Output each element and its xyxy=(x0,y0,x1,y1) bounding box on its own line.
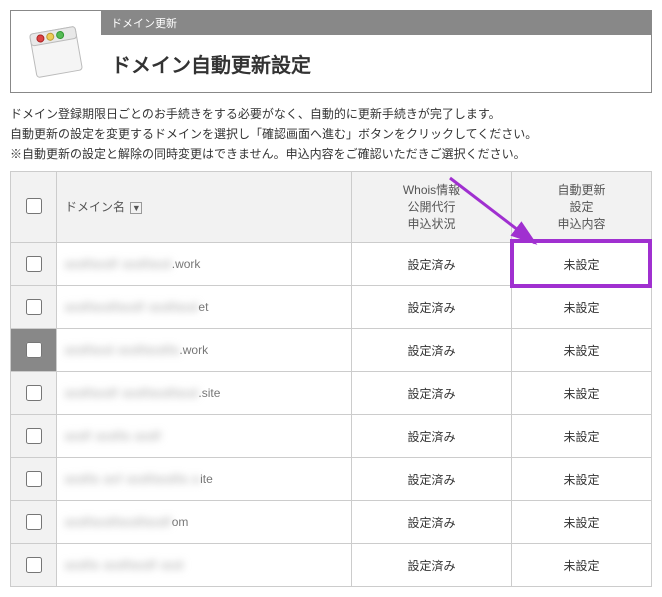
domain-blurred: asdfasd asdfasdfa xyxy=(65,343,179,357)
auto-cell: 未設定 xyxy=(512,415,652,458)
domain-suffix: .work xyxy=(179,343,208,357)
row-checkbox-cell xyxy=(11,544,57,587)
domain-cell: asdfa asf asdfasdfa aite xyxy=(57,458,352,501)
auto-cell: 未設定 xyxy=(512,372,652,415)
whois-cell: 設定済み xyxy=(352,458,512,501)
page-wrap: ドメイン更新 ドメイン自動更新設定 ドメイン登録期限日ごとのお手続きをする必要が… xyxy=(10,10,652,587)
domain-cell: asdfasdf asdfasdfasd.site xyxy=(57,372,352,415)
header-checkbox-cell xyxy=(11,172,57,243)
whois-cell: 設定済み xyxy=(352,329,512,372)
table-row: asdfasdfasdf asdfasdet設定済み未設定 xyxy=(11,286,652,329)
domain-blurred: asdf asdfa asdf xyxy=(65,429,161,443)
row-checkbox[interactable] xyxy=(26,471,42,487)
header-tab: ドメイン更新 xyxy=(101,11,651,35)
auto-cell: 未設定 xyxy=(512,501,652,544)
select-all-checkbox[interactable] xyxy=(26,198,42,214)
domain-cell: asdfasdfasdf asdfasdet xyxy=(57,286,352,329)
table-row: asdfasdf asdfasdfasd.site設定済み未設定 xyxy=(11,372,652,415)
domain-blurred: asdfa asdfasdf asd xyxy=(65,558,184,572)
row-checkbox[interactable] xyxy=(26,557,42,573)
auto-cell: 未設定 xyxy=(512,329,652,372)
header-whois: Whois情報 公開代行 申込状況 xyxy=(352,172,512,243)
table-row: asdfasdf asdfasd.work設定済み未設定 xyxy=(11,243,652,286)
row-checkbox-cell xyxy=(11,329,57,372)
domain-cell: asdfasdf asdfasd.work xyxy=(57,243,352,286)
table-row: asdfa asdfasdf asd 設定済み未設定 xyxy=(11,544,652,587)
header-auto: 自動更新 設定 申込内容 xyxy=(512,172,652,243)
row-checkbox-cell xyxy=(11,415,57,458)
domain-suffix: .work xyxy=(172,257,201,271)
domain-table: ドメイン名 ▼ Whois情報 公開代行 申込状況 自動更新 設定 申込内容 a… xyxy=(10,171,652,587)
row-checkbox[interactable] xyxy=(26,428,42,444)
whois-cell: 設定済み xyxy=(352,372,512,415)
domain-blurred: asdfasdfasdfasdf xyxy=(65,515,172,529)
header-right: ドメイン更新 ドメイン自動更新設定 xyxy=(101,11,651,92)
table-row: asdfasdfasdfasdfom設定済み未設定 xyxy=(11,501,652,544)
domain-cell: asdf asdfa asdf xyxy=(57,415,352,458)
header-icon xyxy=(11,11,101,92)
auto-cell: 未設定 xyxy=(512,544,652,587)
table-row: asdfa asf asdfasdfa aite設定済み未設定 xyxy=(11,458,652,501)
page-header: ドメイン更新 ドメイン自動更新設定 xyxy=(10,10,652,93)
domain-cell: asdfasd asdfasdfa.work xyxy=(57,329,352,372)
whois-cell: 設定済み xyxy=(352,243,512,286)
domain-cell: asdfasdfasdfasdfom xyxy=(57,501,352,544)
domain-blurred: asdfasdf asdfasd xyxy=(65,257,172,271)
row-checkbox-cell xyxy=(11,458,57,501)
row-checkbox[interactable] xyxy=(26,256,42,272)
domain-suffix: .site xyxy=(198,386,220,400)
domain-suffix: et xyxy=(198,300,208,314)
domain-blurred: asdfasdf asdfasdfasd xyxy=(65,386,198,400)
row-checkbox-cell xyxy=(11,286,57,329)
row-checkbox[interactable] xyxy=(26,385,42,401)
row-checkbox-cell xyxy=(11,372,57,415)
whois-cell: 設定済み xyxy=(352,415,512,458)
page-title: ドメイン自動更新設定 xyxy=(101,35,651,92)
intro-line-1: ドメイン登録期限日ごとのお手続きをする必要がなく、自動的に更新手続きが完了します… xyxy=(10,105,652,123)
table-row: asdfasd asdfasdfa.work設定済み未設定 xyxy=(11,329,652,372)
header-domain: ドメイン名 ▼ xyxy=(57,172,352,243)
auto-cell: 未設定 xyxy=(512,458,652,501)
sort-icon[interactable]: ▼ xyxy=(130,202,142,214)
intro-text: ドメイン登録期限日ごとのお手続きをする必要がなく、自動的に更新手続きが完了します… xyxy=(10,105,652,163)
whois-cell: 設定済み xyxy=(352,286,512,329)
domain-cell: asdfa asdfasdf asd xyxy=(57,544,352,587)
intro-line-2: 自動更新の設定を変更するドメインを選択し「確認画面へ進む」ボタンをクリックしてく… xyxy=(10,125,652,143)
whois-cell: 設定済み xyxy=(352,544,512,587)
domain-blurred: asdfasdfasdf asdfasd xyxy=(65,300,198,314)
table-row: asdf asdfa asdf 設定済み未設定 xyxy=(11,415,652,458)
header-domain-label: ドメイン名 xyxy=(65,200,125,214)
row-checkbox[interactable] xyxy=(26,342,42,358)
auto-cell: 未設定 xyxy=(512,243,652,286)
row-checkbox-cell xyxy=(11,501,57,544)
row-checkbox-cell xyxy=(11,243,57,286)
table-header-row: ドメイン名 ▼ Whois情報 公開代行 申込状況 自動更新 設定 申込内容 xyxy=(11,172,652,243)
row-checkbox[interactable] xyxy=(26,514,42,530)
domain-blurred: asdfa asf asdfasdfa a xyxy=(65,472,200,486)
intro-line-3: ※自動更新の設定と解除の同時変更はできません。申込内容をご確認いただきご選択くだ… xyxy=(10,145,652,163)
domain-suffix: ite xyxy=(200,472,213,486)
whois-cell: 設定済み xyxy=(352,501,512,544)
row-checkbox[interactable] xyxy=(26,299,42,315)
auto-cell: 未設定 xyxy=(512,286,652,329)
domain-suffix: om xyxy=(172,515,189,529)
